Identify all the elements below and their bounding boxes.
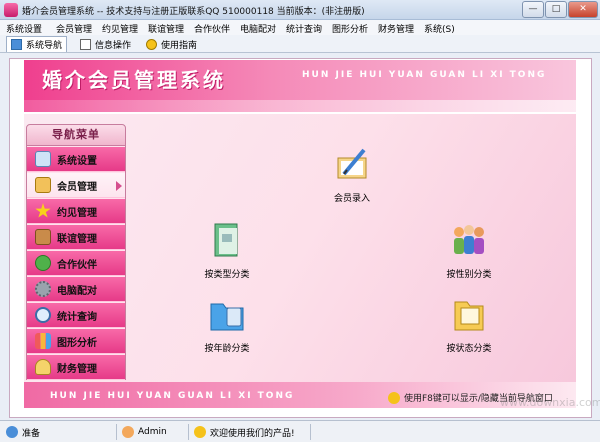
menu-system[interactable]: 系统(S) [424,22,455,35]
lightbulb-icon [388,391,400,404]
feature-label: 按性别分类 [446,270,492,280]
tab-user-guide[interactable]: 使用指南 [146,36,197,52]
status-ready-text: 准备 [22,428,41,439]
menu-finance-management[interactable]: 财务管理 [378,22,414,35]
nav-item-label: 财务管理 [57,363,97,375]
people-group-icon [454,225,484,254]
app-title-pinyin: HUN JIE HUI YUAN GUAN LI XI TONG [302,70,547,80]
nav-item-graph-analysis[interactable]: 图形分析 [27,329,125,354]
info-icon [6,426,18,438]
status-welcome: 欢迎使用我们的产品! [194,424,295,440]
nav-item-statistics-query[interactable]: 统计查询 [27,303,125,328]
minimize-button[interactable]: — [522,1,544,18]
status-bar: 准备 Admin 欢迎使用我们的产品! [0,420,600,442]
member-book-icon [35,177,51,193]
feature-classify-by-status[interactable]: 按状态分类 [436,294,502,354]
user-icon [122,426,134,438]
menu-member-management[interactable]: 会员管理 [56,22,92,35]
feature-classify-by-type[interactable]: 按类型分类 [196,220,258,280]
help-icon [146,38,157,50]
nav-item-label: 约见管理 [57,207,97,219]
nav-item-member-management[interactable]: 会员管理 [27,173,125,198]
smiley-icon [194,426,206,438]
yellow-folder-icon [454,301,484,331]
monitor-icon [11,39,22,50]
document-icon [80,38,91,50]
people-icon [35,255,51,271]
tab-info-operation[interactable]: 信息操作 [80,36,131,52]
nav-item-label: 会员管理 [57,181,97,193]
nav-item-label: 联谊管理 [57,233,97,245]
status-ready: 准备 [6,424,40,440]
nav-item-label: 合作伙伴 [57,259,97,271]
tab-system-navigation[interactable]: 系统导航 [6,36,68,52]
close-button[interactable]: ✕ [568,1,598,18]
feature-label: 按类型分类 [204,270,250,280]
nav-item-appointment-management[interactable]: 约见管理 [27,199,125,224]
active-arrow-icon [116,181,122,191]
nav-item-label: 图形分析 [57,337,97,349]
feature-member-entry[interactable]: 会员录入 [322,144,382,204]
title-bar: 婚介会员管理系统 -- 技术支持与注册正版联系QQ 510000118 当前版本… [0,0,600,20]
nav-item-finance-management[interactable]: 财务管理 [27,355,125,380]
nav-heading: 导航菜单 [26,124,126,146]
status-user: Admin [122,424,167,440]
menu-bar: 系统设置 会员管理 约见管理 联谊管理 合作伙伴 电脑配对 统计查询 图形分析 … [0,20,600,35]
window-title: 婚介会员管理系统 -- 技术支持与注册正版联系QQ 510000118 当前版本… [22,7,365,17]
blue-folder-icon [210,303,244,331]
nav-item-partners[interactable]: 合作伙伴 [27,251,125,276]
nav-item-label: 电脑配对 [57,285,97,297]
feature-classify-by-gender[interactable]: 按性别分类 [436,220,502,280]
pen-paper-icon [337,148,367,179]
status-divider [310,424,311,440]
status-welcome-text: 欢迎使用我们的产品! [210,428,295,439]
menu-appointment-management[interactable]: 约见管理 [102,22,138,35]
app-title: 婚介会员管理系统 [42,68,226,92]
maximize-button[interactable]: □ [545,1,567,18]
footer-pinyin: HUN JIE HUI YUAN GUAN LI XI TONG [50,391,295,401]
green-folder-icon [214,223,238,257]
menu-graph-analysis[interactable]: 图形分析 [332,22,368,35]
feature-label: 按状态分类 [446,344,492,354]
nav-item-label: 系统设置 [57,155,97,167]
feature-classify-by-age[interactable]: 按年龄分类 [196,294,258,354]
nav-item-label: 统计查询 [57,311,97,323]
magnifier-icon [35,307,51,323]
tab-label: 系统导航 [26,41,63,51]
user-money-icon [35,359,51,375]
feature-label: 会员录入 [333,194,370,204]
star-icon [35,203,51,218]
tab-label: 使用指南 [161,40,198,51]
status-divider [116,424,117,440]
banner-stripe [24,100,576,112]
menu-party-management[interactable]: 联谊管理 [148,22,184,35]
nav-item-computer-matching[interactable]: 电脑配对 [27,277,125,302]
feature-label: 按年龄分类 [204,344,250,354]
menu-statistics-query[interactable]: 统计查询 [286,22,322,35]
status-user-text: Admin [138,427,167,437]
watermark: www.downxia.com [500,396,600,409]
nav-item-party-management[interactable]: 联谊管理 [27,225,125,250]
tab-label: 信息操作 [95,40,132,51]
tab-bar: 系统导航 信息操作 使用指南 [0,35,600,53]
status-divider [188,424,189,440]
box-icon [35,229,51,245]
menu-system-settings[interactable]: 系统设置 [6,22,42,35]
menu-partners[interactable]: 合作伙伴 [194,22,230,35]
app-logo-icon [4,3,18,17]
bar-chart-icon [35,333,51,349]
gear-icon [35,281,51,297]
nav-item-system-settings[interactable]: 系统设置 [27,147,125,172]
menu-computer-matching[interactable]: 电脑配对 [240,22,276,35]
settings-card-icon [35,151,51,167]
